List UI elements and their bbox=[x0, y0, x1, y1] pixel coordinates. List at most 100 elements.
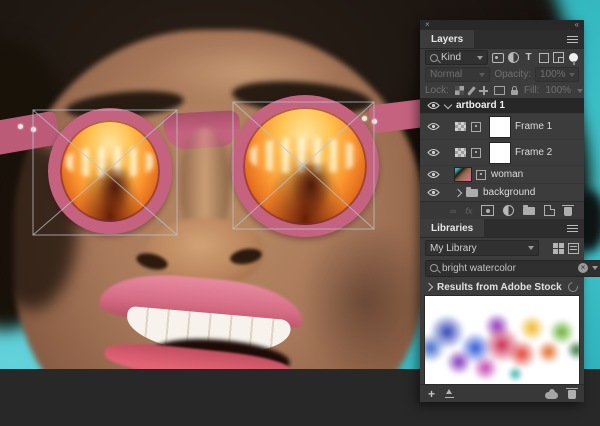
new-adjustment-layer-icon[interactable] bbox=[503, 205, 514, 216]
layer-name: Frame 1 bbox=[515, 121, 552, 132]
eye-visibility-icon[interactable] bbox=[427, 148, 440, 157]
close-icon[interactable]: × bbox=[425, 21, 430, 29]
panel-grip[interactable]: × « bbox=[420, 20, 584, 30]
libraries-tabbar: Libraries bbox=[420, 219, 584, 238]
chevron-down-icon bbox=[477, 56, 483, 60]
smart-object-badge-icon bbox=[476, 170, 486, 180]
tab-layers[interactable]: Layers bbox=[420, 30, 474, 48]
layer-name: artboard 1 bbox=[456, 100, 505, 111]
blend-row: Normal Opacity: 100% bbox=[420, 66, 584, 83]
chevron-down-icon bbox=[479, 73, 485, 77]
search-input[interactable] bbox=[442, 263, 574, 274]
add-content-plus-icon[interactable]: + bbox=[428, 389, 435, 399]
chevron-down-icon bbox=[577, 89, 583, 93]
lock-transparency-icon[interactable] bbox=[455, 86, 464, 95]
layer-name: Frame 2 bbox=[515, 147, 552, 158]
tab-libraries[interactable]: Libraries bbox=[420, 219, 484, 237]
upload-icon[interactable] bbox=[445, 389, 454, 398]
fill-label: Fill: bbox=[524, 85, 540, 96]
chevron-down-icon bbox=[569, 73, 575, 77]
delete-layer-trash-icon[interactable] bbox=[564, 205, 572, 216]
frame-content-thumbnail[interactable] bbox=[455, 122, 466, 131]
eye-visibility-icon[interactable] bbox=[427, 188, 440, 197]
filter-adjustment-layers-button[interactable] bbox=[508, 52, 519, 64]
filtering-toggle[interactable] bbox=[568, 52, 579, 64]
layer-name: background bbox=[483, 187, 535, 198]
layer-row-artboard[interactable]: artboard 1 bbox=[420, 98, 584, 114]
delete-item-trash-icon[interactable] bbox=[568, 388, 576, 399]
library-search-field[interactable]: × bbox=[425, 260, 600, 277]
chevron-down-icon[interactable] bbox=[592, 266, 598, 270]
chevron-down-icon[interactable] bbox=[444, 100, 452, 108]
hinge-dot bbox=[18, 124, 23, 129]
blend-mode-select[interactable]: Normal bbox=[425, 67, 490, 82]
frame-thumbnail[interactable] bbox=[490, 143, 510, 163]
layers-panel: Layers Kind T Normal Opacity: 100% bbox=[420, 30, 584, 219]
blend-mode-value: Normal bbox=[430, 69, 462, 80]
layer-style-fx-icon[interactable]: fx bbox=[465, 206, 472, 216]
layer-row-woman[interactable]: woman bbox=[420, 166, 584, 184]
filter-smart-objects-button[interactable] bbox=[553, 52, 564, 64]
new-group-folder-icon[interactable] bbox=[523, 207, 535, 215]
library-name: My Library bbox=[430, 243, 477, 254]
opacity-value: 100% bbox=[540, 69, 566, 80]
search-icon bbox=[430, 54, 438, 62]
refresh-icon[interactable] bbox=[566, 280, 580, 294]
opacity-select[interactable]: 100% bbox=[535, 67, 579, 82]
layer-row-frame2[interactable]: Frame 2 bbox=[420, 140, 584, 166]
opacity-label: Opacity: bbox=[494, 69, 531, 80]
frame-placeholder-guide-right[interactable] bbox=[233, 102, 374, 229]
stock-results-header[interactable]: Results from Adobe Stock bbox=[420, 278, 584, 296]
search-icon bbox=[430, 264, 438, 272]
layer-row-background[interactable]: background bbox=[420, 184, 584, 201]
eye-visibility-icon[interactable] bbox=[427, 101, 440, 110]
frame-placeholder-guide-left[interactable] bbox=[33, 110, 177, 235]
panel-menu-icon[interactable] bbox=[567, 36, 578, 43]
add-layer-mask-icon[interactable] bbox=[481, 205, 494, 216]
filter-type-layers-button[interactable]: T bbox=[523, 52, 534, 64]
grid-view-icon[interactable] bbox=[553, 243, 564, 254]
library-select[interactable]: My Library bbox=[425, 240, 539, 256]
lock-all-padlock-icon[interactable] bbox=[511, 86, 518, 95]
libraries-footer: + bbox=[420, 384, 584, 402]
frame-badge-icon bbox=[471, 148, 481, 158]
chevron-right-icon[interactable] bbox=[454, 188, 462, 196]
lock-pixels-brush-icon[interactable] bbox=[470, 86, 473, 96]
filter-pixel-layers-button[interactable] bbox=[492, 52, 504, 64]
new-layer-icon[interactable] bbox=[544, 205, 555, 216]
library-search-row: × bbox=[420, 258, 584, 278]
clear-search-icon[interactable]: × bbox=[578, 263, 588, 273]
frame-badge-icon bbox=[471, 122, 481, 132]
frame-thumbnail[interactable] bbox=[490, 117, 510, 137]
layers-tabbar: Layers bbox=[420, 30, 584, 49]
panel-group: × « Layers Kind T Normal Opa bbox=[420, 20, 584, 402]
cheek-shadow bbox=[300, 220, 430, 369]
list-view-icon[interactable] bbox=[568, 243, 579, 254]
layer-filter-row: Kind T bbox=[420, 49, 584, 66]
group-folder-icon bbox=[466, 189, 478, 197]
lock-position-move-icon[interactable] bbox=[479, 86, 488, 95]
sync-status-cloud-icon[interactable] bbox=[545, 389, 558, 399]
lock-artboard-icon[interactable] bbox=[494, 86, 505, 95]
filter-kind-label: Kind bbox=[441, 52, 461, 63]
results-label: Results from Adobe Stock bbox=[437, 282, 562, 293]
panel-menu-icon[interactable] bbox=[567, 225, 578, 232]
stock-result-thumbnail[interactable] bbox=[425, 296, 579, 384]
link-layers-icon[interactable]: ∞ bbox=[450, 206, 456, 216]
eye-visibility-icon[interactable] bbox=[427, 170, 440, 179]
chevron-down-icon bbox=[528, 246, 534, 250]
filter-kind-select[interactable]: Kind bbox=[425, 50, 488, 65]
filter-shape-layers-button[interactable] bbox=[538, 52, 549, 64]
eye-visibility-icon[interactable] bbox=[427, 122, 440, 131]
frame-content-thumbnail[interactable] bbox=[455, 148, 466, 157]
library-select-row: My Library bbox=[420, 238, 584, 258]
layer-thumbnail[interactable] bbox=[455, 168, 471, 181]
layer-name: woman bbox=[491, 169, 523, 180]
lock-row: Lock: Fill: 100% bbox=[420, 83, 584, 98]
fill-value: 100% bbox=[545, 85, 571, 96]
lock-label: Lock: bbox=[425, 85, 449, 96]
chevron-right-icon[interactable] bbox=[425, 283, 433, 291]
collapse-panels-icon[interactable]: « bbox=[575, 21, 579, 29]
layer-row-frame1[interactable]: Frame 1 bbox=[420, 114, 584, 140]
watercolor-image bbox=[425, 296, 579, 384]
